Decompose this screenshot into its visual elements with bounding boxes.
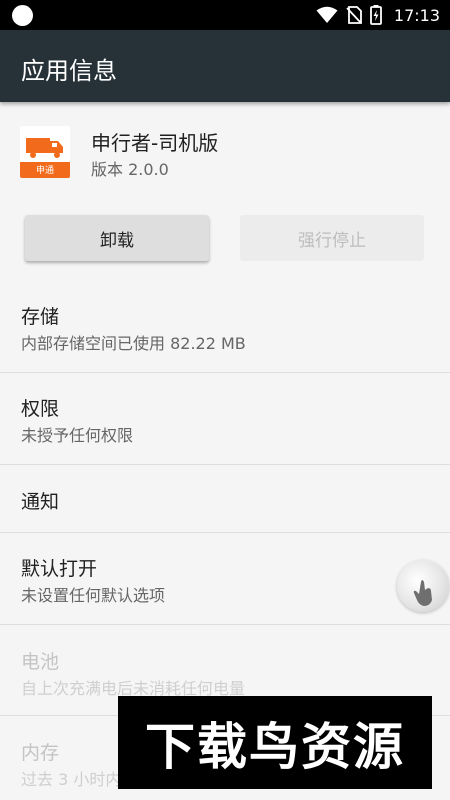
app-icon-label: 申通: [35, 166, 54, 176]
settings-row-notifications[interactable]: 通知: [0, 465, 450, 532]
row-subtitle: 未设置任何默认选项: [21, 586, 166, 605]
row-title: 默认打开: [21, 558, 98, 580]
row-title: 通知: [21, 491, 60, 513]
wifi-icon: [316, 6, 338, 23]
no-sim-icon: [346, 6, 362, 24]
row-subtitle: 过去 3 小时内: [21, 770, 122, 789]
app-version: 版本 2.0.0: [91, 160, 169, 179]
row-subtitle: 内部存储空间已使用 82.22 MB: [21, 334, 246, 353]
battery-charging-icon: [369, 5, 382, 25]
row-title: 权限: [21, 398, 60, 420]
touch-indicator-icon: [397, 560, 449, 612]
status-icons: 17:13: [316, 0, 440, 30]
force-stop-button[interactable]: 强行停止: [240, 215, 424, 261]
app-icon: 申通: [20, 126, 70, 178]
settings-row-storage[interactable]: 存储 内部存储空间已使用 82.22 MB: [0, 280, 450, 372]
app-bar: 应用信息: [0, 30, 450, 102]
row-title: 内存: [21, 742, 60, 764]
status-bar: 17:13: [0, 0, 450, 34]
row-subtitle: 未授予任何权限: [21, 426, 134, 445]
uninstall-button[interactable]: 卸载: [25, 215, 209, 261]
settings-row-permissions[interactable]: 权限 未授予任何权限: [0, 373, 450, 464]
app-name: 申行者-司机版: [91, 131, 219, 155]
row-title: 电池: [21, 651, 60, 673]
page-title: 应用信息: [21, 57, 117, 85]
status-time: 17:13: [393, 5, 440, 25]
row-title: 存储: [21, 306, 60, 328]
notification-dot-icon: [12, 5, 33, 26]
settings-row-open-by-default[interactable]: 默认打开 未设置任何默认选项: [0, 533, 450, 624]
watermark-logo: 下载鸟资源: [118, 696, 432, 789]
